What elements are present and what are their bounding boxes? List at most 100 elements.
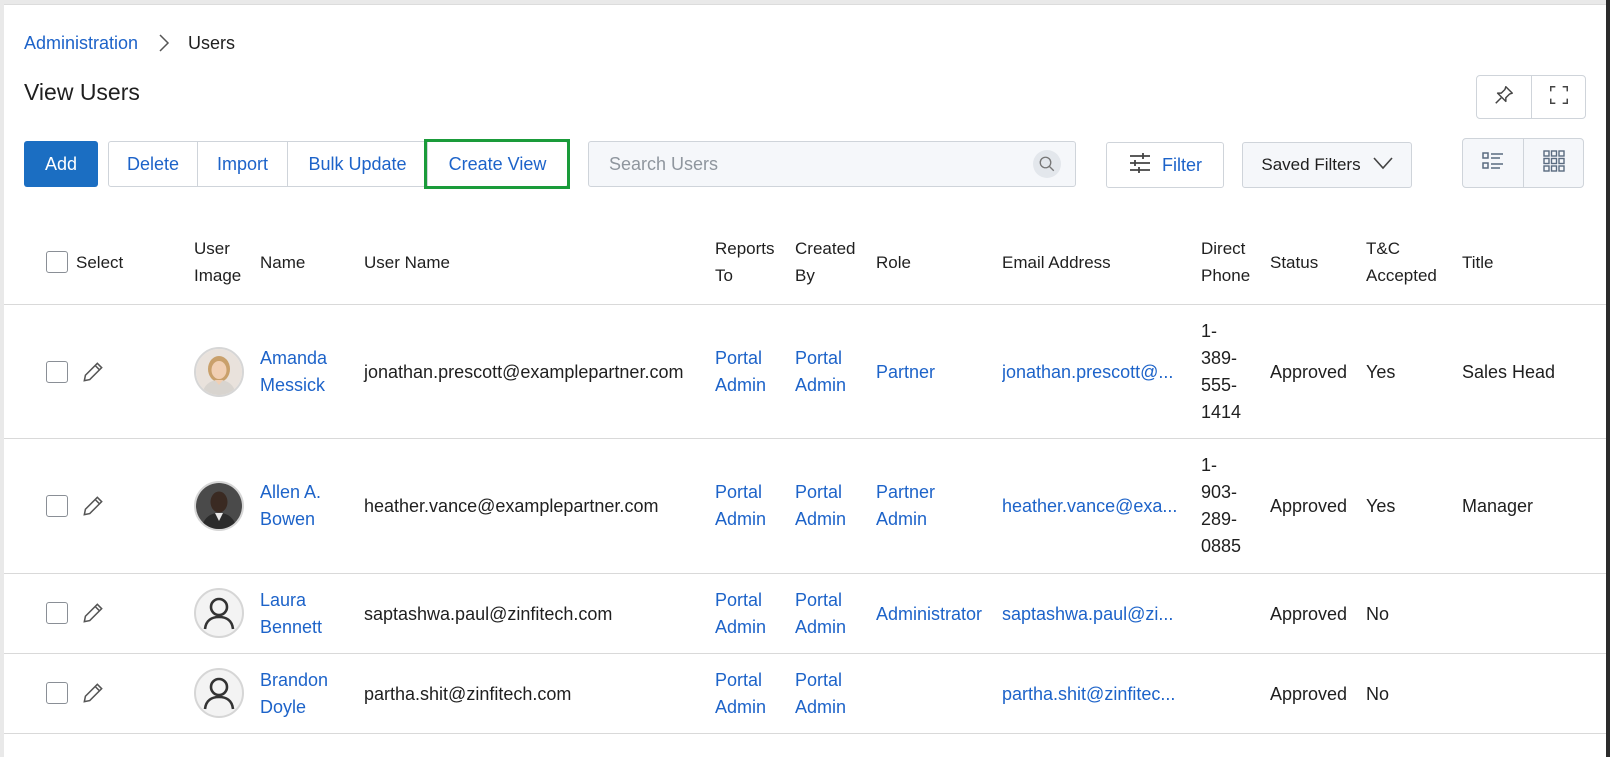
reports-to-link-line2[interactable]: Admin — [715, 614, 766, 641]
col-name[interactable]: Name — [260, 249, 305, 276]
phone-line2: 903- — [1201, 482, 1238, 502]
tc-cell: Yes — [1366, 362, 1396, 382]
created-by-link[interactable]: Portal — [795, 667, 842, 694]
table-header: Select User Image Name User Name Reports… — [4, 225, 1608, 305]
grid-view-button[interactable] — [1523, 139, 1583, 187]
col-direct-phone-line2[interactable]: Phone — [1201, 262, 1250, 289]
reports-to-link[interactable]: Portal — [715, 345, 762, 372]
user-name-link-line2[interactable]: Messick — [260, 372, 325, 399]
phone-line4: 1414 — [1201, 402, 1242, 422]
expand-icon — [1548, 84, 1570, 111]
import-button[interactable]: Import — [197, 142, 287, 186]
avatar — [194, 347, 244, 397]
breadcrumb-current: Users — [188, 32, 236, 53]
col-title[interactable]: Title — [1462, 249, 1494, 276]
sliders-icon — [1128, 152, 1152, 179]
edit-pencil-icon[interactable] — [80, 493, 106, 519]
col-status[interactable]: Status — [1270, 249, 1318, 276]
page-actions — [1476, 75, 1586, 119]
col-email[interactable]: Email Address — [1002, 249, 1111, 276]
filter-label: Filter — [1162, 154, 1202, 175]
user-name-link[interactable]: Allen A. — [260, 479, 321, 506]
col-user-image-line1: User — [194, 239, 230, 258]
phone-line4: 0885 — [1201, 536, 1242, 556]
created-by-link[interactable]: Portal — [795, 587, 842, 614]
reports-to-link-line2[interactable]: Admin — [715, 372, 766, 399]
reports-to-link[interactable]: Portal — [715, 667, 762, 694]
user-name-link-line2[interactable]: Bowen — [260, 506, 315, 533]
table-row: Allen A. Bowen heather.vance@examplepart… — [4, 439, 1608, 574]
user-name-link[interactable]: Laura — [260, 587, 306, 614]
tc-cell: No — [1366, 684, 1390, 704]
col-select: Select — [76, 253, 124, 272]
fullscreen-button[interactable] — [1531, 76, 1585, 118]
search-input[interactable] — [589, 142, 1033, 186]
search-icon[interactable] — [1033, 150, 1061, 178]
saved-filters-label: Saved Filters — [1261, 155, 1361, 174]
breadcrumb: Administration Users — [24, 29, 235, 57]
phone-line1: 1- — [1201, 455, 1218, 475]
col-created-by-line1[interactable]: Created — [795, 235, 855, 262]
created-by-link-line2[interactable]: Admin — [795, 372, 846, 399]
edit-pencil-icon[interactable] — [80, 680, 106, 706]
role-link[interactable]: Administrator — [876, 601, 982, 628]
role-link[interactable]: Partner — [876, 479, 935, 506]
bulk-update-button[interactable]: Bulk Update — [287, 142, 427, 186]
created-by-link[interactable]: Portal — [795, 479, 842, 506]
title-cell: Manager — [1462, 496, 1534, 516]
email-link[interactable]: jonathan.prescott@... — [1002, 359, 1173, 386]
col-direct-phone-line1[interactable]: Direct — [1201, 235, 1245, 262]
add-button[interactable]: Add — [24, 141, 98, 187]
reports-to-link-line2[interactable]: Admin — [715, 694, 766, 721]
status-cell: Approved — [1270, 362, 1348, 382]
select-all-checkbox[interactable] — [46, 251, 68, 273]
chevron-down-icon — [1372, 155, 1393, 175]
default-user-icon — [194, 668, 244, 718]
user-name-link-line2[interactable]: Bennett — [260, 614, 322, 641]
user-name-link[interactable]: Brandon — [260, 667, 328, 694]
filter-button[interactable]: Filter — [1106, 142, 1224, 188]
search-box — [588, 141, 1076, 187]
created-by-link-line2[interactable]: Admin — [795, 614, 846, 641]
list-view-button[interactable] — [1463, 139, 1523, 187]
row-checkbox[interactable] — [46, 602, 68, 624]
delete-button[interactable]: Delete — [109, 142, 197, 186]
user-name-link-line2[interactable]: Doyle — [260, 694, 306, 721]
page-title: View Users — [24, 79, 140, 105]
col-reports-to-line1[interactable]: Reports — [715, 235, 775, 262]
edit-pencil-icon[interactable] — [80, 600, 106, 626]
email-link[interactable]: partha.shit@zinfitec... — [1002, 681, 1175, 708]
created-by-link-line2[interactable]: Admin — [795, 694, 846, 721]
user-name-link[interactable]: Amanda — [260, 345, 327, 372]
email-link[interactable]: heather.vance@exa... — [1002, 493, 1177, 520]
role-link-line2[interactable]: Admin — [876, 506, 927, 533]
row-checkbox[interactable] — [46, 495, 68, 517]
row-checkbox[interactable] — [46, 682, 68, 704]
status-cell: Approved — [1270, 684, 1348, 704]
reports-to-link-line2[interactable]: Admin — [715, 506, 766, 533]
user-name-cell: jonathan.prescott@examplepartner.com — [364, 362, 684, 382]
phone-line2: 389- — [1201, 348, 1238, 368]
col-created-by-line2[interactable]: By — [795, 262, 815, 289]
pin-button[interactable] — [1477, 76, 1531, 118]
row-checkbox[interactable] — [46, 361, 68, 383]
table-row: Laura Bennett saptashwa.paul@zinfitech.c… — [4, 574, 1608, 654]
list-view-icon — [1482, 151, 1504, 176]
reports-to-link[interactable]: Portal — [715, 479, 762, 506]
breadcrumb-administration-link[interactable]: Administration — [24, 33, 138, 54]
email-link[interactable]: saptashwa.paul@zi... — [1002, 601, 1173, 628]
created-by-link[interactable]: Portal — [795, 345, 842, 372]
main-panel: Administration Users View Users Add Dele… — [4, 4, 1608, 757]
create-view-button[interactable]: Create View — [424, 139, 570, 189]
created-by-link-line2[interactable]: Admin — [795, 506, 846, 533]
col-tc-line1[interactable]: T&C — [1366, 235, 1400, 262]
col-reports-to-line2[interactable]: To — [715, 262, 733, 289]
col-role[interactable]: Role — [876, 249, 911, 276]
col-tc-line2[interactable]: Accepted — [1366, 262, 1437, 289]
saved-filters-dropdown[interactable]: Saved Filters — [1242, 142, 1412, 188]
col-user-name[interactable]: User Name — [364, 249, 450, 276]
window-edge — [1606, 0, 1610, 757]
role-link[interactable]: Partner — [876, 359, 935, 386]
edit-pencil-icon[interactable] — [80, 359, 106, 385]
reports-to-link[interactable]: Portal — [715, 587, 762, 614]
